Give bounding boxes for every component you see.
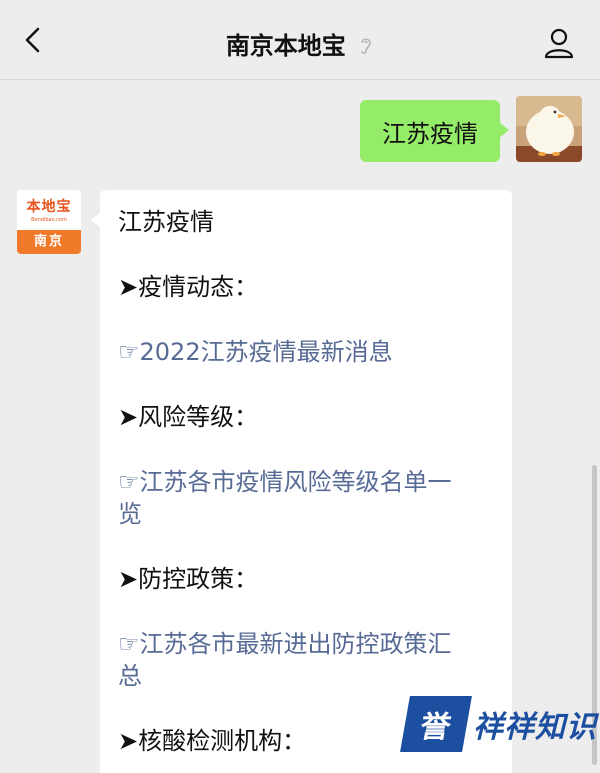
logo-brand: 本地宝 bbox=[26, 199, 72, 215]
section-heading-risk: ➤风险等级： bbox=[118, 403, 259, 431]
message-heading: 江苏疫情 bbox=[118, 208, 214, 236]
watermark-badge: 誉 bbox=[400, 696, 472, 752]
link-risk-list[interactable]: ☞江苏各市疫情风险等级名单一 览 bbox=[118, 466, 494, 530]
link-risk-list-line-2: 览 bbox=[118, 500, 142, 528]
link-policy-summary-line-1: ☞江苏各市最新进出防控政策汇 bbox=[118, 630, 452, 658]
logo-top: 本地宝 Bendibao.com bbox=[17, 190, 81, 230]
incoming-message-bubble: 江苏疫情 ➤疫情动态： ☞2022江苏疫情最新消息 ➤风险等级： ☞江苏各市疫情… bbox=[91, 190, 512, 773]
official-account-avatar[interactable]: 本地宝 Bendibao.com 南京 bbox=[17, 190, 81, 254]
outgoing-message-bubble[interactable]: 江苏疫情 bbox=[360, 100, 509, 162]
profile-icon[interactable] bbox=[542, 26, 576, 60]
ear-icon bbox=[358, 33, 374, 61]
section-heading-dynamics: ➤疫情动态： bbox=[118, 273, 259, 301]
link-policy-summary[interactable]: ☞江苏各市最新进出防控政策汇 总 bbox=[118, 628, 494, 692]
watermark: 誉 祥祥知识 bbox=[400, 694, 600, 754]
chat-title-area: 南京本地宝 bbox=[0, 26, 600, 61]
link-policy-summary-line-2: 总 bbox=[118, 662, 142, 690]
link-latest-news[interactable]: ☞2022江苏疫情最新消息 bbox=[118, 336, 494, 368]
chat-title: 南京本地宝 bbox=[225, 32, 346, 60]
top-bar: 南京本地宝 bbox=[0, 0, 600, 80]
logo-url: Bendibao.com bbox=[31, 217, 67, 223]
logo-city: 南京 bbox=[17, 230, 81, 254]
watermark-text: 祥祥知识 bbox=[473, 710, 597, 745]
link-risk-list-line-1: ☞江苏各市疫情风险等级名单一 bbox=[118, 468, 452, 496]
user-avatar[interactable] bbox=[516, 96, 582, 162]
outgoing-message-text: 江苏疫情 bbox=[382, 119, 478, 148]
section-heading-policy: ➤防控政策： bbox=[118, 565, 259, 593]
